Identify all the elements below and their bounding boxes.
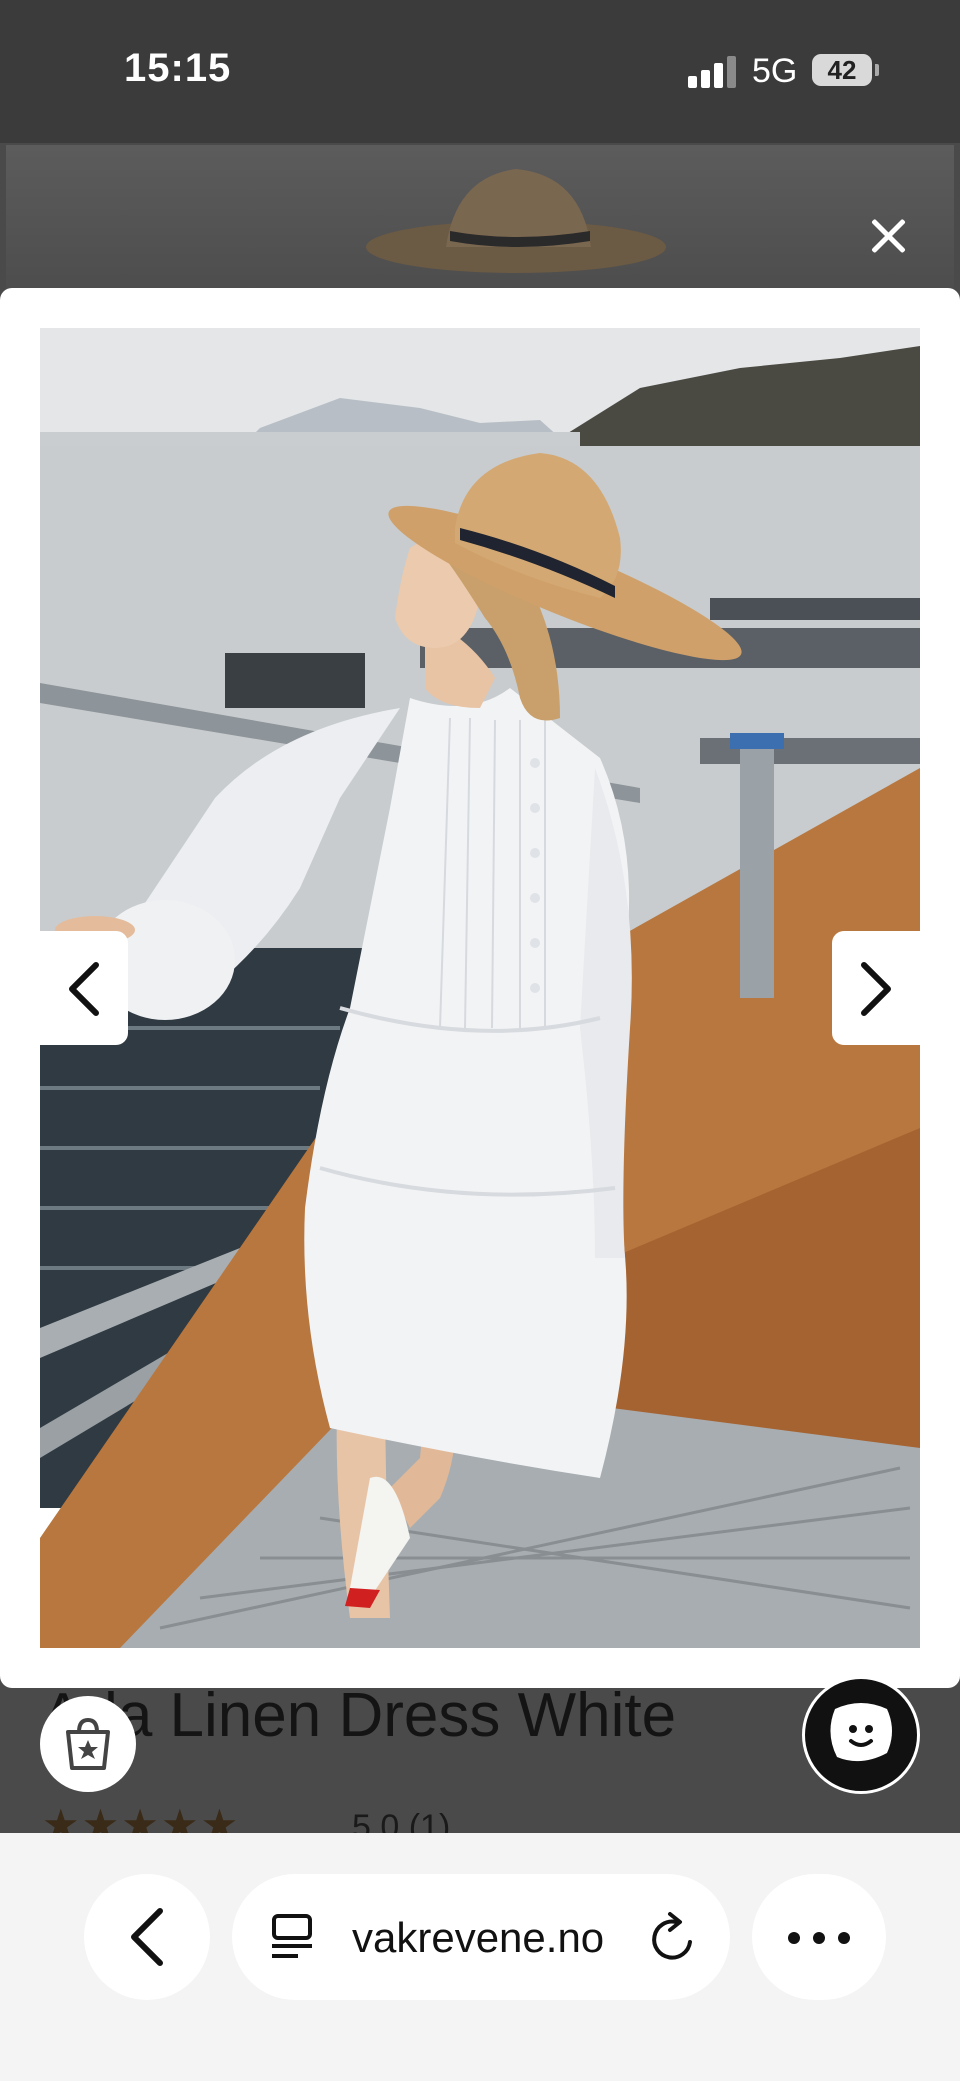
- network-type: 5G: [752, 52, 798, 90]
- address-bar[interactable]: vakrevene.no: [232, 1874, 730, 2000]
- cellular-signal-icon: [688, 56, 740, 88]
- url-text: vakrevene.no: [352, 1914, 605, 1961]
- chat-bot-icon: [830, 1703, 892, 1762]
- shop-bag-button[interactable]: [40, 1696, 136, 1792]
- next-image-button[interactable]: [832, 931, 920, 1045]
- more-icon: [788, 1932, 800, 1944]
- close-icon[interactable]: [862, 210, 914, 262]
- shopping-bag-star-icon: [66, 1717, 110, 1770]
- status-bar: 15:15 5G 42: [0, 0, 960, 143]
- product-image: [40, 328, 920, 1648]
- battery-nub: [875, 64, 879, 76]
- battery-icon: 42: [812, 54, 872, 86]
- more-button[interactable]: [752, 1874, 886, 2000]
- chevron-left-icon: [69, 962, 99, 1016]
- chevron-right-icon: [861, 962, 891, 1016]
- home-indicator: [340, 2058, 620, 2068]
- back-arrow-icon: [131, 1908, 163, 1966]
- chat-bot-button[interactable]: [802, 1676, 920, 1794]
- more-icon-dot: [813, 1932, 825, 1944]
- reload-icon[interactable]: [646, 1910, 698, 1966]
- status-time: 15:15: [124, 46, 232, 90]
- back-button[interactable]: [84, 1874, 210, 2000]
- product-title: Ada Linen Dress White: [42, 1681, 677, 1750]
- more-icon-dot: [838, 1932, 850, 1944]
- background-photo: [6, 145, 954, 290]
- prev-image-button[interactable]: [40, 931, 128, 1045]
- page-menu-icon: [272, 1914, 312, 1958]
